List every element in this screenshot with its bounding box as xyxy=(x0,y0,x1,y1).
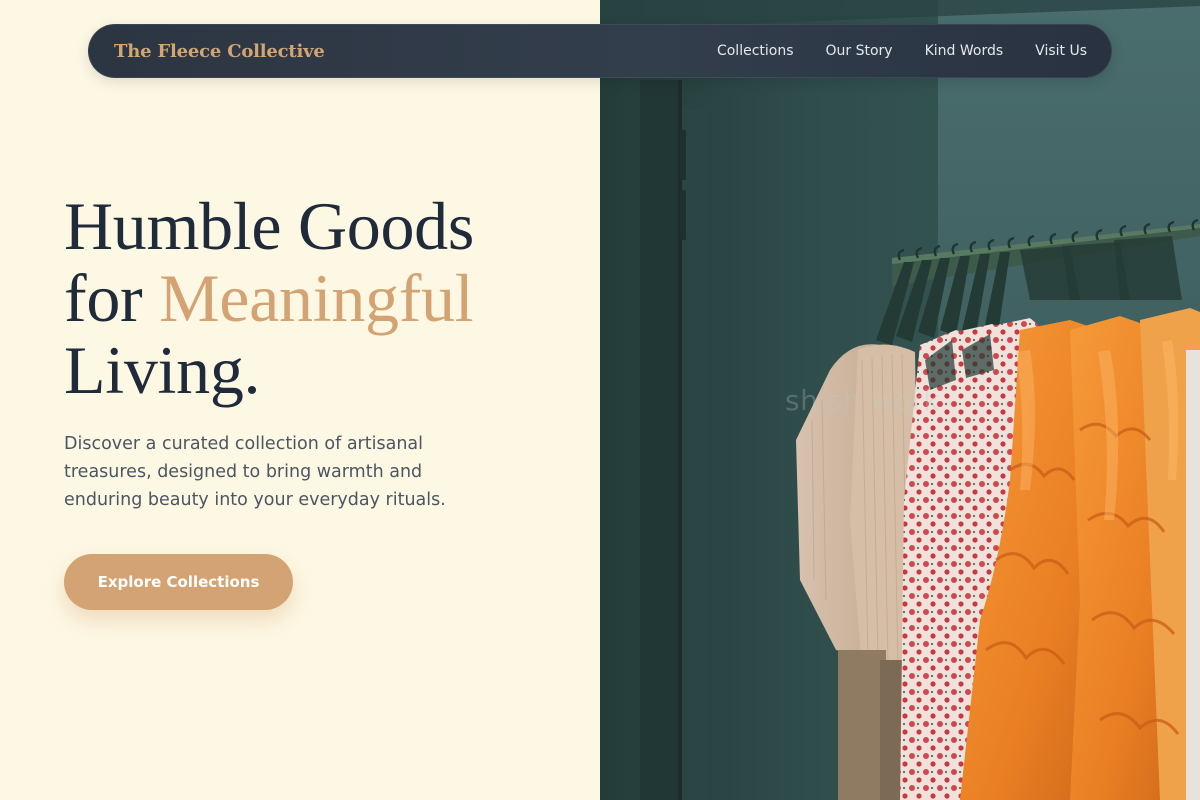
nav-links: Collections Our Story Kind Words Visit U… xyxy=(717,42,1087,60)
top-navbar: The Fleece Collective Collections Our St… xyxy=(88,24,1112,78)
brand-logo[interactable]: The Fleece Collective xyxy=(114,41,325,62)
hero-subtitle: Discover a curated collection of artisan… xyxy=(64,434,446,510)
image-watermark: sh sh work xyxy=(785,384,941,417)
hero-heading-accent: Meaningful xyxy=(159,260,474,336)
hero-heading: Humble Goods for Meaningful Living. xyxy=(64,190,474,406)
nav-link-visit-us[interactable]: Visit Us xyxy=(1035,43,1087,59)
landing-page: sh sh work The Fleece Collective Collect… xyxy=(0,0,1200,800)
hero-heading-line2-prefix: for xyxy=(64,260,160,336)
nav-link-kind-words[interactable]: Kind Words xyxy=(925,43,1004,59)
hero-heading-line1: Humble Goods xyxy=(64,188,475,264)
hero-heading-line3: Living. xyxy=(64,332,261,408)
explore-collections-button[interactable]: Explore Collections xyxy=(64,554,293,610)
nav-link-collections[interactable]: Collections xyxy=(717,43,794,59)
nav-link-our-story[interactable]: Our Story xyxy=(826,43,893,59)
